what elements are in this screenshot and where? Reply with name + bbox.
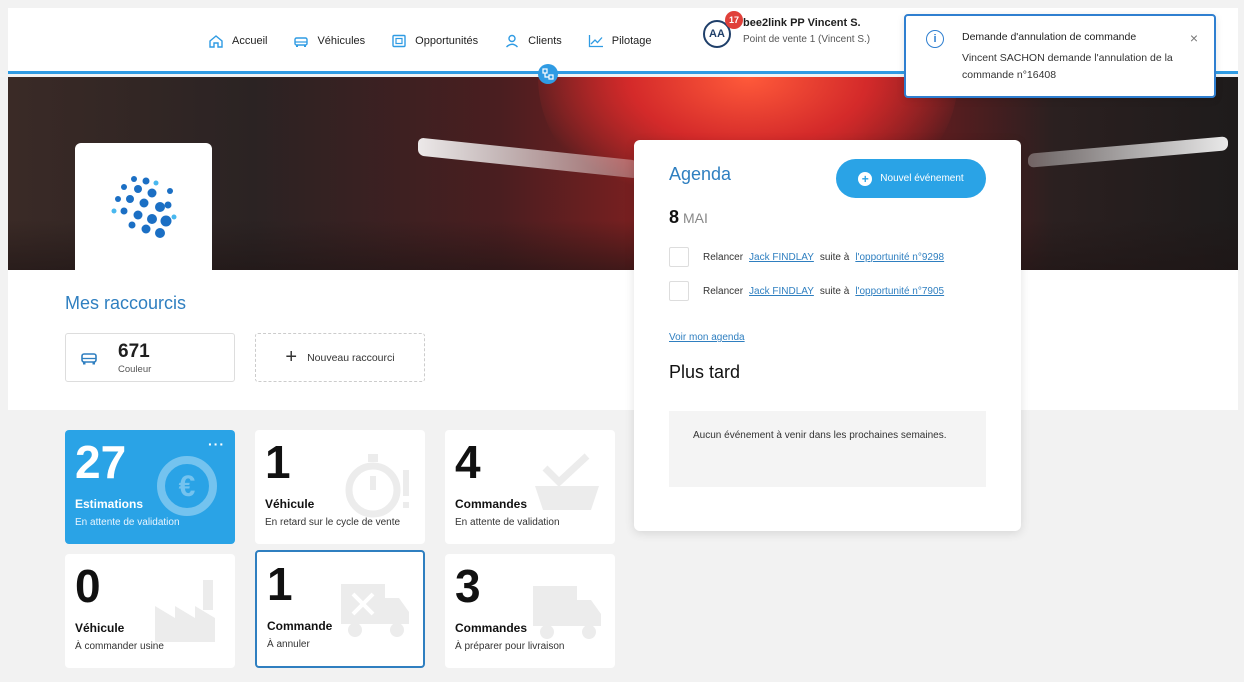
main-nav: Accueil Véhicules Opportunités Clients P… <box>208 34 678 48</box>
tile-value: 0 <box>75 560 101 612</box>
user-icon <box>504 34 520 48</box>
task-checkbox[interactable] <box>669 281 689 301</box>
tile-menu-icon[interactable]: ··· <box>208 436 225 452</box>
tile-value: 4 <box>455 436 481 488</box>
tile-label: Commandes <box>455 621 528 635</box>
new-shortcut-label: Nouveau raccourci <box>307 351 395 364</box>
tile-sub: À commander usine <box>75 641 164 652</box>
task-opportunity-link[interactable]: l'opportunité n°7905 <box>855 286 944 297</box>
tile-value: 1 <box>267 558 293 610</box>
task-prefix: Relancer <box>703 285 744 297</box>
opportunity-icon <box>391 34 407 48</box>
tile-label: Commande <box>267 619 333 633</box>
no-events-message: Aucun événement à venir dans les prochai… <box>669 411 986 487</box>
hero-headlight-right <box>1028 136 1228 168</box>
nav-item-label: Accueil <box>232 35 268 47</box>
tile-vehicule-usine[interactable]: 0 Véhicule À commander usine <box>65 554 235 668</box>
tile-value: 3 <box>455 560 481 612</box>
nav-item-opportunites[interactable]: Opportunités <box>391 34 478 48</box>
nav-item-label: Véhicules <box>317 35 366 47</box>
task-prefix: Relancer <box>703 251 744 263</box>
car-icon <box>80 350 98 366</box>
tile-value: 1 <box>265 436 291 488</box>
notification-badge[interactable]: 17 <box>725 11 743 29</box>
toast-body: Vincent SACHON demande l'annulation de l… <box>962 52 1173 81</box>
notification-toast: i Demande d'annulation de commande Vince… <box>904 14 1216 98</box>
task-middle: suite à <box>819 251 850 263</box>
switch-context-icon[interactable] <box>538 64 558 84</box>
task-person-link[interactable]: Jack FINDLAY <box>749 252 814 263</box>
agenda-card: Agenda + Nouvel événement 8 MAI Relancer … <box>634 140 1021 531</box>
tile-commandes-validation[interactable]: 4 Commandes En attente de validation <box>445 430 615 544</box>
shortcut-couleur[interactable]: 671 Couleur <box>65 333 235 382</box>
tile-sub: En retard sur le cycle de vente <box>265 517 401 528</box>
later-title: Plus tard <box>669 362 741 382</box>
stopwatch-icon <box>339 448 415 524</box>
task-opportunity-link[interactable]: l'opportunité n°9298 <box>855 252 944 263</box>
plus-circle-icon: + <box>858 171 873 186</box>
factory-icon <box>149 572 225 648</box>
new-event-button[interactable]: + Nouvel événement <box>836 159 986 198</box>
euro-refresh-icon: € <box>149 448 225 524</box>
new-shortcut-button[interactable]: + Nouveau raccourci <box>255 333 425 382</box>
toast-title: Demande d'annulation de commande <box>962 31 1137 43</box>
cart-check-icon <box>529 448 605 524</box>
chart-line-icon <box>588 34 604 48</box>
agenda-task: Relancer Jack FINDLAY suite à l'opportun… <box>669 281 944 301</box>
svg-text:€: € <box>179 470 196 503</box>
task-checkbox[interactable] <box>669 247 689 267</box>
see-agenda-link[interactable]: Voir mon agenda <box>669 332 745 343</box>
truck-icon <box>529 572 605 648</box>
task-middle: suite à <box>819 285 850 297</box>
shortcut-value: 671 <box>118 341 150 362</box>
dots-logo-icon <box>111 175 176 238</box>
info-icon: i <box>926 30 944 48</box>
shortcut-label: Couleur <box>118 364 152 375</box>
tile-label: Commandes <box>455 497 528 511</box>
user-name[interactable]: bee2link PP Vincent S. <box>743 17 861 29</box>
close-icon[interactable]: × <box>1190 30 1198 46</box>
truck-cancel-icon <box>337 570 413 646</box>
new-event-label: Nouvel événement <box>880 173 964 184</box>
agenda-month: MAI <box>683 210 708 226</box>
tile-sub: En attente de validation <box>455 517 560 528</box>
tile-value: 27 <box>75 436 127 488</box>
agenda-task: Relancer Jack FINDLAY suite à l'opportun… <box>669 247 944 267</box>
task-person-link[interactable]: Jack FINDLAY <box>749 286 814 297</box>
user-location: Point de vente 1 (Vincent S.) <box>743 34 871 45</box>
tile-label: Estimations <box>75 497 144 511</box>
car-icon <box>293 34 309 48</box>
tile-sub: À préparer pour livraison <box>455 641 565 652</box>
tile-sub: À annuler <box>267 639 310 650</box>
tile-label: Véhicule <box>265 497 315 511</box>
plus-icon: + <box>285 346 298 368</box>
tile-sub: En attente de validation <box>75 517 180 528</box>
home-icon <box>208 34 224 48</box>
agenda-date: 8 MAI <box>669 207 708 228</box>
tile-label: Véhicule <box>75 621 125 635</box>
nav-item-accueil[interactable]: Accueil <box>208 34 267 48</box>
nav-item-label: Pilotage <box>611 35 652 47</box>
nav-item-vehicules[interactable]: Véhicules <box>293 34 365 48</box>
tile-estimations[interactable]: € ··· 27 Estimations En attente de valid… <box>65 430 235 544</box>
nav-item-label: Clients <box>528 35 562 47</box>
nav-item-clients[interactable]: Clients <box>504 34 562 48</box>
agenda-day: 8 <box>669 207 680 227</box>
agenda-title: Agenda <box>669 164 732 184</box>
nav-item-pilotage[interactable]: Pilotage <box>588 34 652 48</box>
shortcuts-title: Mes raccourcis <box>65 293 187 313</box>
tile-commande-annuler[interactable]: 1 Commande À annuler <box>255 550 425 668</box>
tile-vehicule-retard[interactable]: 1 Véhicule En retard sur le cycle de ven… <box>255 430 425 544</box>
brand-logo <box>75 143 212 270</box>
nav-item-label: Opportunités <box>415 35 479 47</box>
tile-commandes-livraison[interactable]: 3 Commandes À préparer pour livraison <box>445 554 615 668</box>
